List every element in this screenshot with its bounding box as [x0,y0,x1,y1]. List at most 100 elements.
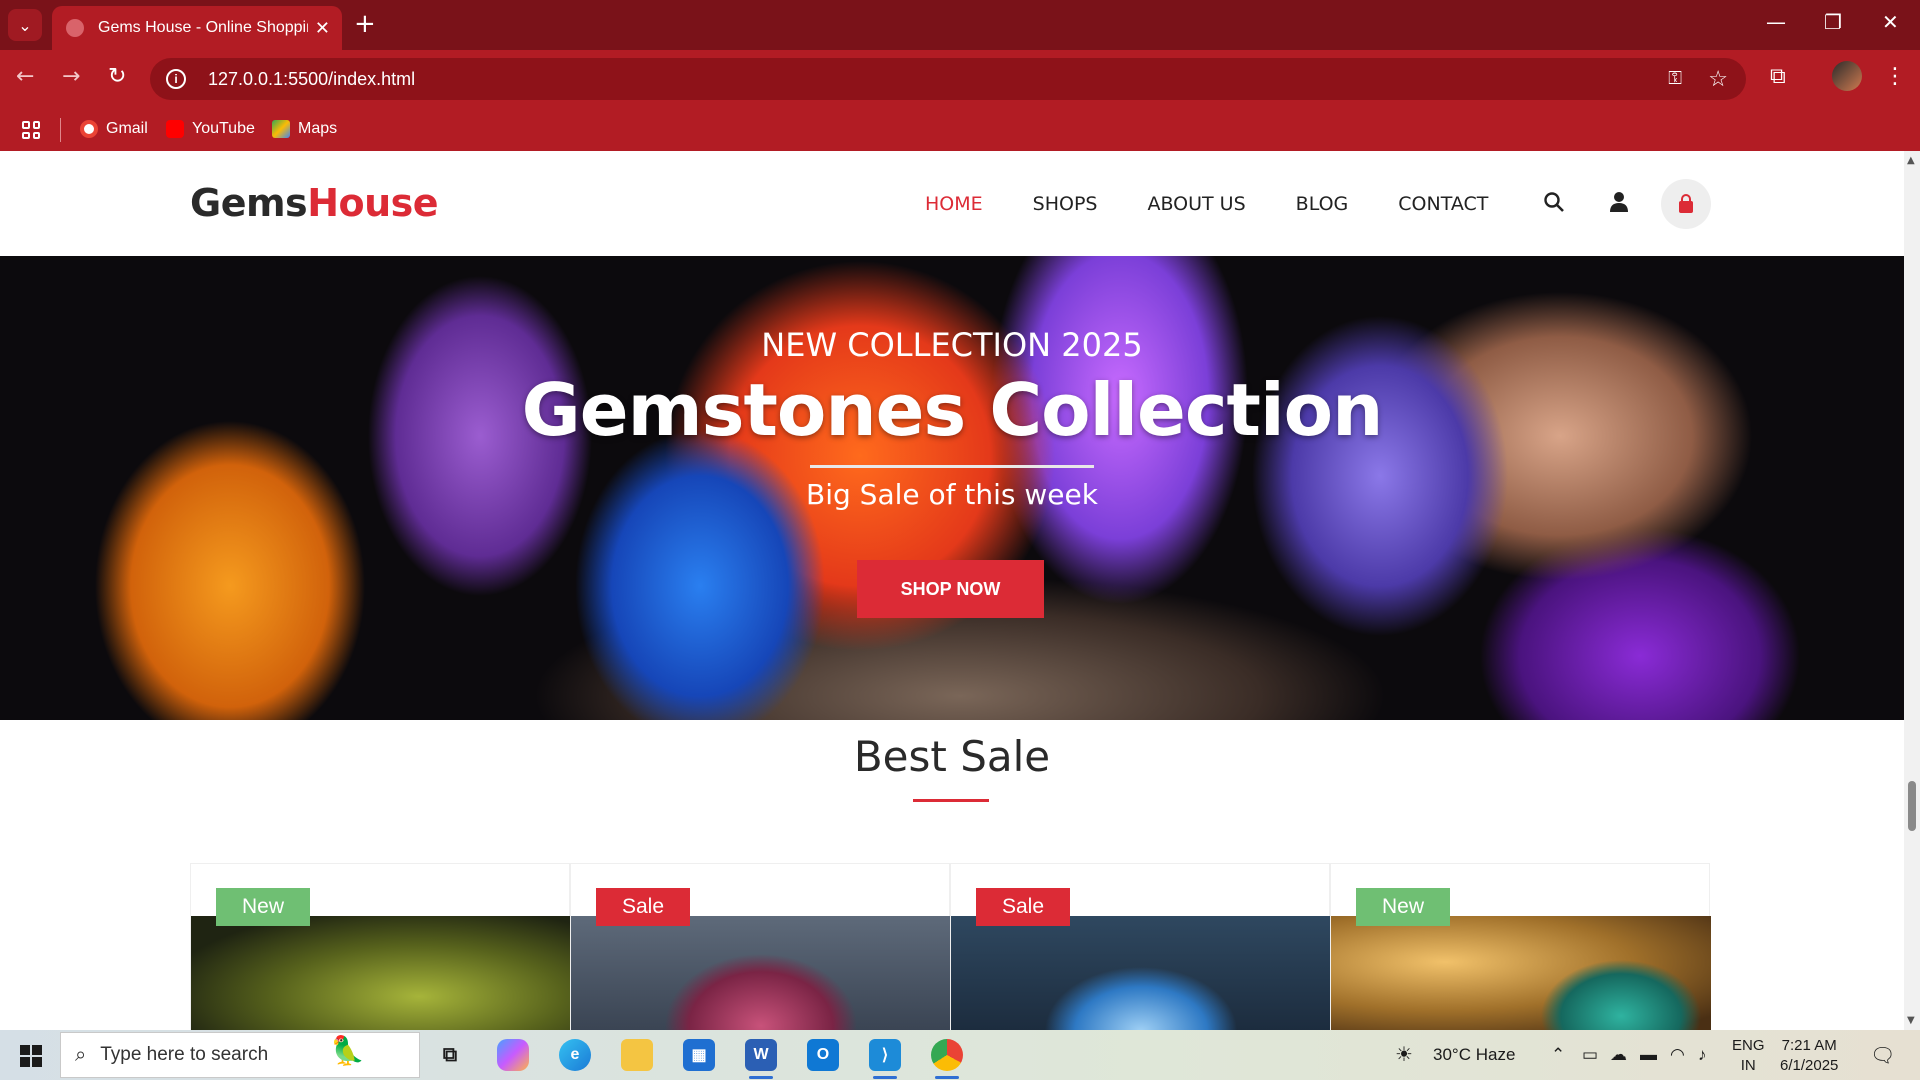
microsoft-store-icon[interactable]: ▦ [683,1039,715,1071]
nav-shops[interactable]: SHOPS [1033,193,1098,215]
profile-avatar[interactable] [1832,61,1862,91]
nav-blog[interactable]: BLOG [1296,193,1349,215]
site-logo[interactable]: GemsHouse [190,181,439,225]
tab-favicon-icon [66,19,84,37]
windows-start-icon[interactable] [20,1045,42,1067]
bookmark-star-icon[interactable]: ☆ [1708,66,1728,92]
shopping-bag-icon [1679,194,1693,213]
bookmark-youtube[interactable]: YouTube [166,120,255,138]
product-badge: New [1356,888,1450,926]
product-card[interactable]: Sale [570,863,951,1030]
user-icon[interactable] [1608,191,1630,219]
tab-title: Gems House - Online Shopping [98,19,308,36]
menu-kebab-icon[interactable]: ⋮ [1884,64,1906,89]
scrollbar-thumb[interactable] [1908,781,1916,831]
bookmark-label: Maps [298,120,338,137]
product-grid: New Sale Sale New [190,863,1711,1030]
volume-icon[interactable]: ♪ [1698,1045,1707,1065]
maps-icon [272,120,290,138]
back-icon[interactable]: ← [16,64,34,89]
bookmark-label: YouTube [192,120,255,137]
battery-icon[interactable]: ▬ [1640,1045,1657,1065]
product-image[interactable] [951,916,1331,1030]
active-tab[interactable]: Gems House - Online Shopping ✕ [52,6,342,50]
logo-text-house: House [307,181,439,225]
logo-text-gems: Gems [190,181,308,225]
browser-toolbar: ← → ↻ i 127.0.0.1:5500/index.html ⚿ ☆ ⧉ … [0,50,1920,108]
nav-home[interactable]: HOME [925,193,983,215]
tab-bar: ⌄ Gems House - Online Shopping ✕ + — ❐ ✕ [0,0,1920,50]
scroll-down-arrow-icon[interactable]: ▼ [1907,1015,1915,1026]
address-bar[interactable]: i 127.0.0.1:5500/index.html ⚿ ☆ [150,58,1746,100]
bookmark-label: Gmail [106,120,148,137]
product-card[interactable]: New [190,863,571,1030]
password-key-icon[interactable]: ⚿ [1668,68,1682,89]
product-image[interactable] [571,916,951,1030]
url-text[interactable]: 127.0.0.1:5500/index.html [208,69,415,90]
product-card[interactable]: New [1330,863,1711,1030]
minimize-icon[interactable]: — [1766,10,1786,34]
bookmarks-bar: Gmail YouTube Maps [0,108,1920,151]
shop-now-button[interactable]: SHOP NOW [857,560,1044,618]
best-sale-underline [913,799,989,802]
site-header: GemsHouse HOME SHOPS ABOUT US BLOG CONTA… [0,151,1904,256]
meet-now-icon[interactable]: ▭ [1582,1045,1598,1065]
product-image[interactable] [1331,916,1711,1030]
word-icon[interactable]: W [745,1039,777,1079]
product-card[interactable]: Sale [950,863,1331,1030]
tab-search-button[interactable]: ⌄ [8,9,42,41]
bookmarks-divider [60,118,61,142]
chrome-icon[interactable] [931,1039,963,1079]
page-viewport: GemsHouse HOME SHOPS ABOUT US BLOG CONTA… [0,151,1920,1030]
copilot-icon[interactable] [497,1039,529,1071]
nav-about-us[interactable]: ABOUT US [1147,193,1245,215]
google-icon [80,120,98,138]
product-badge: Sale [976,888,1070,926]
product-image[interactable] [191,916,571,1030]
clock-time: 7:21 AM [1781,1037,1837,1054]
nav-contact[interactable]: CONTACT [1398,193,1488,215]
wifi-icon[interactable]: ◠ [1670,1045,1685,1065]
product-badge: Sale [596,888,690,926]
edge-icon[interactable]: e [559,1039,591,1071]
close-window-icon[interactable]: ✕ [1882,10,1899,34]
onedrive-icon[interactable]: ☁ [1610,1045,1627,1065]
forward-icon[interactable]: → [62,64,80,89]
hero-banner: NEW COLLECTION 2025 Gemstones Collection… [0,256,1904,720]
extensions-icon[interactable]: ⧉ [1770,64,1786,89]
new-tab-button[interactable]: + [354,10,376,38]
cart-button[interactable] [1661,179,1711,229]
bookmark-maps[interactable]: Maps [272,120,337,138]
weather-icon[interactable]: ☀ [1395,1042,1413,1067]
show-hidden-icons-icon[interactable]: ⌃ [1551,1045,1565,1065]
taskbar-search-placeholder: Type here to search [100,1044,269,1065]
restore-icon[interactable]: ❐ [1824,10,1842,34]
vscode-icon[interactable]: ⟩ [869,1039,901,1079]
hero-divider [810,465,1094,468]
search-icon[interactable] [1543,191,1565,219]
product-badge: New [216,888,310,926]
system-clock[interactable]: 7:21 AM 6/1/2025 [1780,1036,1838,1076]
main-navigation: HOME SHOPS ABOUT US BLOG CONTACT [925,193,1538,215]
reload-icon[interactable]: ↻ [108,64,126,89]
task-view-icon[interactable]: ⧉ [434,1039,466,1071]
taskbar-search-box[interactable]: ⌕ Type here to search [60,1032,420,1078]
notification-center-icon[interactable]: 🗨 [1870,1043,1895,1068]
page-scrollbar[interactable]: ▲ ▼ [1904,151,1920,1030]
parrots-illustration-icon: 🦜 [330,1035,365,1066]
language-code: ENG [1732,1037,1765,1054]
clock-date: 6/1/2025 [1780,1057,1839,1074]
best-sale-title: Best Sale [853,732,1051,781]
file-explorer-icon[interactable] [621,1039,653,1071]
hero-subtitle: NEW COLLECTION 2025 [761,326,1143,364]
apps-grid-icon[interactable] [22,121,40,139]
bookmark-gmail[interactable]: Gmail [80,120,148,138]
site-info-icon[interactable]: i [166,69,186,89]
region-code: IN [1740,1057,1756,1074]
weather-text[interactable]: 30°C Haze [1433,1045,1515,1065]
hero-tagline: Big Sale of this week [806,478,1098,511]
tab-close-icon[interactable]: ✕ [315,18,330,39]
scroll-up-arrow-icon[interactable]: ▲ [1907,155,1915,166]
outlook-icon[interactable]: O [807,1039,839,1071]
language-indicator[interactable]: ENG IN [1732,1036,1765,1076]
